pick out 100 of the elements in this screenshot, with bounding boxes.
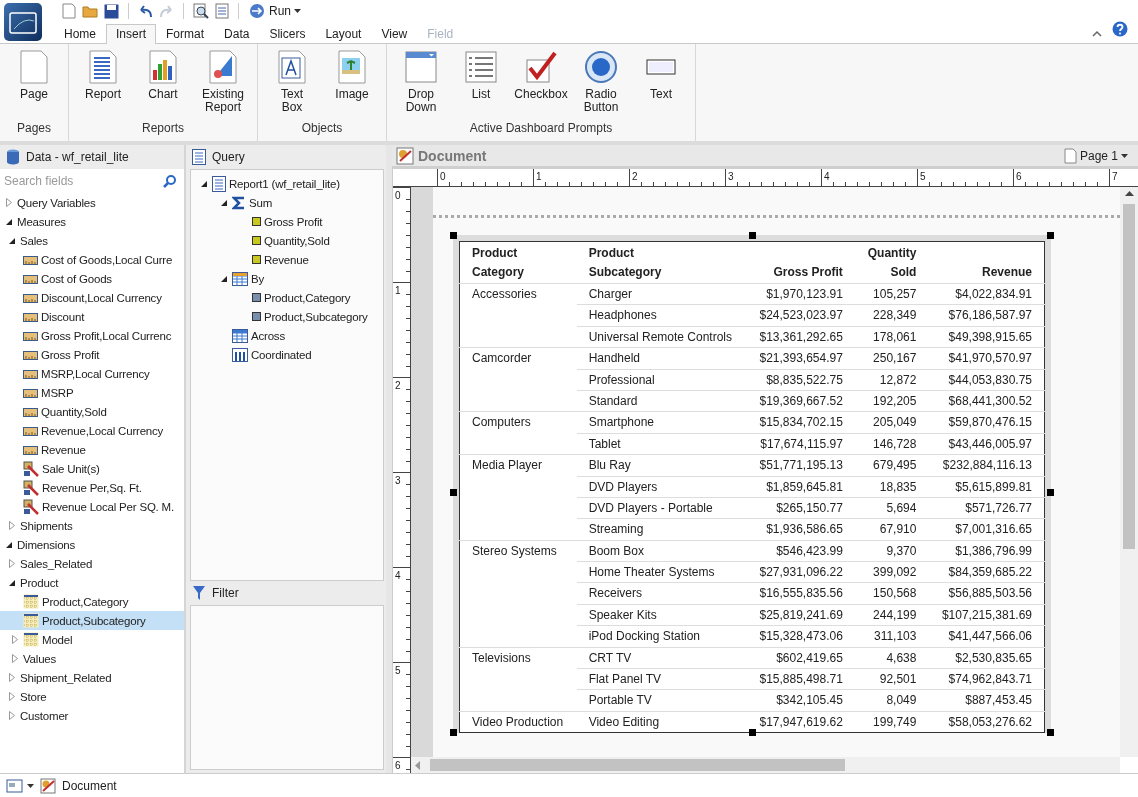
ribbon-tab[interactable]: Layout [315, 24, 372, 44]
tree-item[interactable]: Revenue [0, 440, 184, 459]
tree-item[interactable]: Coordinated [191, 345, 383, 364]
collapsed-arrow-icon[interactable] [8, 559, 16, 568]
resize-handle[interactable] [749, 729, 756, 737]
tree-item[interactable]: MSRP,Local Currency [0, 364, 184, 383]
ribbon-tab[interactable]: View [371, 24, 418, 44]
tree-item[interactable]: Quantity,Sold [0, 402, 184, 421]
tree-item[interactable]: Product,Category [191, 288, 383, 307]
tree-item[interactable]: Values [0, 649, 184, 668]
tree-item[interactable]: Sales [0, 231, 184, 250]
ribbon-button[interactable]: Text Box [264, 48, 320, 121]
ribbon-button[interactable]: Checkbox [513, 48, 569, 121]
preview-icon[interactable] [193, 3, 209, 20]
tree-item[interactable]: Query Variables [0, 193, 184, 212]
ribbon-button[interactable]: Drop Down [393, 48, 449, 121]
expanded-arrow-icon[interactable] [200, 179, 208, 188]
tree-item[interactable]: Product,Subcategory [191, 307, 383, 326]
tree-item[interactable]: Sum [191, 193, 383, 212]
help-icon[interactable] [1112, 21, 1128, 37]
ribbon-button[interactable]: Report [75, 48, 131, 121]
collapsed-arrow-icon[interactable] [5, 198, 13, 207]
panel-title: Query [212, 150, 245, 164]
tree-item[interactable]: Measures [0, 212, 184, 231]
tree-item[interactable]: Gross Profit [191, 212, 383, 231]
tree-item[interactable]: Revenue [191, 250, 383, 269]
collapsed-arrow-icon[interactable] [8, 521, 16, 530]
expanded-arrow-icon[interactable] [220, 274, 228, 283]
tree-item[interactable]: Revenue,Local Currency [0, 421, 184, 440]
tree-item[interactable]: Model [0, 630, 184, 649]
tree-item[interactable]: MSRP [0, 383, 184, 402]
page-dropdown[interactable]: Page 1 [1057, 146, 1134, 165]
tree-item[interactable]: Gross Profit,Local Currenc [0, 326, 184, 345]
table-cell: Camcorder [459, 347, 577, 412]
ribbon-tab[interactable]: Home [54, 24, 106, 44]
resize-handle[interactable] [450, 729, 457, 737]
expanded-arrow-icon[interactable] [5, 217, 13, 226]
ribbon-tab[interactable]: Slicers [259, 24, 316, 44]
vertical-scrollbar[interactable] [1120, 187, 1138, 757]
resize-handle[interactable] [749, 232, 756, 239]
ribbon-button[interactable]: Image [324, 48, 380, 121]
tree-item[interactable]: Dimensions [0, 535, 184, 554]
tree-item[interactable]: Cost of Goods [0, 269, 184, 288]
tree-item[interactable]: Product [0, 573, 184, 592]
tree-item[interactable]: Product,Subcategory [0, 611, 184, 630]
collapsed-arrow-icon[interactable] [8, 692, 16, 701]
view-switch-button[interactable] [6, 777, 34, 794]
expanded-arrow-icon[interactable] [5, 540, 13, 549]
ribbon-tab[interactable]: Format [156, 24, 215, 44]
tree-item[interactable]: Discount [0, 307, 184, 326]
save-icon[interactable] [104, 3, 119, 19]
tree-item[interactable]: Across [191, 326, 383, 345]
tree-item[interactable]: Product,Category [0, 592, 184, 611]
tree-item[interactable]: Store [0, 687, 184, 706]
resize-handle[interactable] [1047, 729, 1054, 737]
tree-item[interactable]: Report1 (wf_retail_lite) [191, 174, 383, 193]
app-logo[interactable] [4, 3, 42, 41]
table-cell: $21,393,654.97 [746, 347, 855, 370]
tree-item[interactable]: Revenue Per,Sq. Ft. [0, 478, 184, 497]
tree-item[interactable]: Customer [0, 706, 184, 725]
collapsed-arrow-icon[interactable] [11, 635, 19, 644]
tree-item[interactable]: Discount,Local Currency [0, 288, 184, 307]
table-cell: $84,359,685.22 [928, 561, 1045, 583]
collapsed-arrow-icon[interactable] [8, 673, 16, 682]
run-button[interactable]: Run [248, 3, 302, 20]
ribbon-button[interactable]: Text [633, 48, 689, 121]
undo-icon[interactable] [138, 4, 153, 18]
ribbon-button[interactable]: Page [6, 48, 62, 121]
tree-item[interactable]: Shipment_Related [0, 668, 184, 687]
tree-item[interactable]: Cost of Goods,Local Curre [0, 250, 184, 269]
table-cell: Standard [576, 390, 747, 412]
horizontal-scrollbar[interactable] [411, 757, 1120, 773]
resize-handle[interactable] [1047, 232, 1054, 239]
ribbon-tab[interactable]: Data [214, 24, 260, 44]
scroll-up-icon[interactable] [1124, 191, 1134, 196]
expanded-arrow-icon[interactable] [220, 198, 228, 207]
collapsed-arrow-icon[interactable] [8, 711, 16, 720]
ribbon-tab[interactable]: Insert [106, 24, 157, 44]
search-icon[interactable] [163, 174, 176, 188]
collapse-ribbon-icon[interactable] [1092, 30, 1102, 37]
resize-handle[interactable] [450, 489, 457, 496]
ribbon-button[interactable]: Radio Button [573, 48, 629, 121]
collapsed-arrow-icon[interactable] [11, 654, 19, 663]
ribbon-button[interactable]: Chart [135, 48, 191, 121]
search-field[interactable]: Search fields [2, 173, 163, 189]
tree-item[interactable]: Gross Profit [0, 345, 184, 364]
ribbon-button[interactable]: List [453, 48, 509, 121]
resize-handle[interactable] [450, 232, 457, 239]
tree-item[interactable]: Shipments [0, 516, 184, 535]
expanded-arrow-icon[interactable] [8, 578, 16, 587]
ribbon-button[interactable]: Existing Report [195, 48, 251, 121]
report-frame[interactable] [453, 235, 1051, 734]
tree-item[interactable]: By [191, 269, 383, 288]
tree-item[interactable]: Sale Unit(s) [0, 459, 184, 478]
folder-icon[interactable] [82, 4, 98, 19]
resize-handle[interactable] [1047, 489, 1054, 496]
tree-item[interactable]: Revenue Local Per SQ. M. [0, 497, 184, 516]
expanded-arrow-icon[interactable] [8, 236, 16, 245]
tree-item[interactable]: Quantity,Sold [191, 231, 383, 250]
tree-item[interactable]: Sales_Related [0, 554, 184, 573]
